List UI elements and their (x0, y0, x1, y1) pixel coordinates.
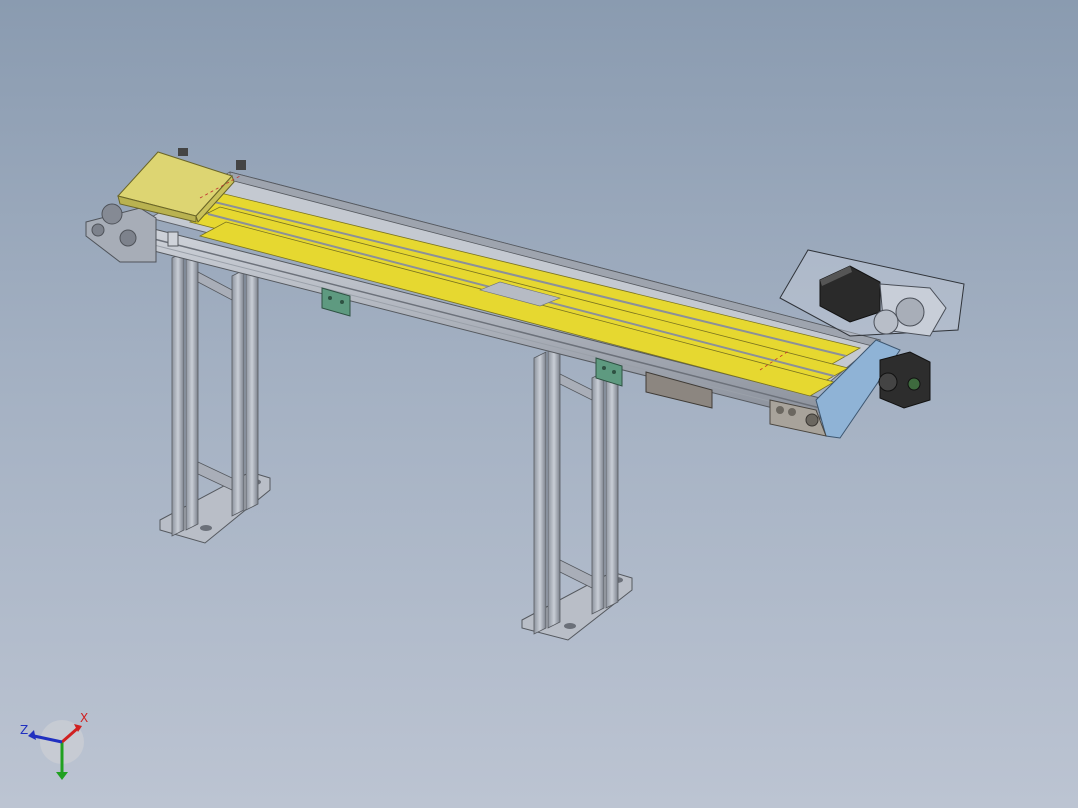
axis-triad[interactable]: X Z Y (20, 711, 88, 801)
x-axis-label: X (80, 711, 88, 725)
z-axis-label: Z (20, 723, 28, 737)
cad-viewport[interactable]: X Z Y (0, 0, 1078, 808)
right-leg-assembly (521, 343, 633, 641)
belt-strips (176, 189, 862, 397)
left-leg-assembly (159, 243, 271, 544)
conveyor-model[interactable]: X Z Y (0, 0, 1078, 808)
